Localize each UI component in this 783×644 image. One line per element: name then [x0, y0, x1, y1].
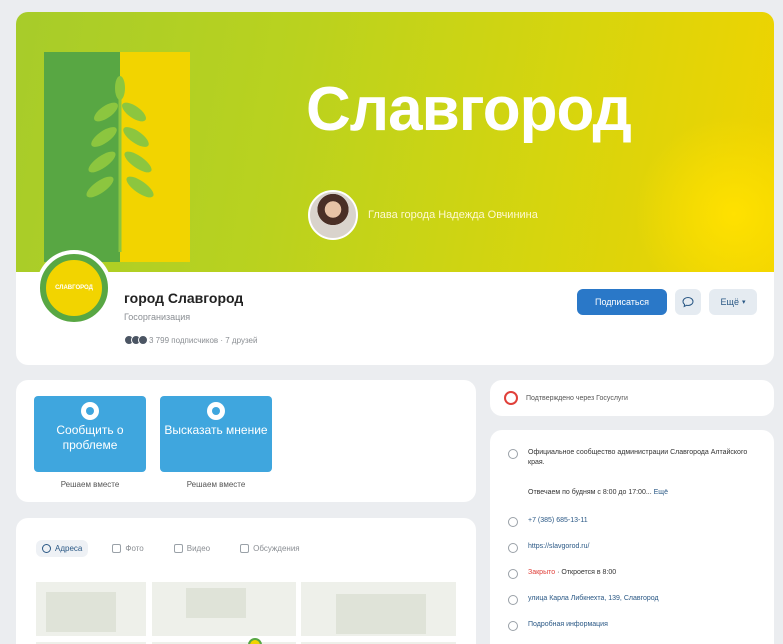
head-photo[interactable] — [308, 190, 358, 240]
more-label: Ещё — [720, 297, 739, 307]
photo-icon — [112, 544, 122, 553]
gosuslugi-icon — [81, 402, 99, 420]
action-caption: Решаем вместе — [186, 480, 246, 489]
reply-time-value: Отвечаем по будням с 8:00 до 17:00... — [528, 489, 652, 496]
tab-discussions[interactable]: Обсуждения — [234, 540, 306, 557]
info-phone[interactable]: +7 (385) 685-13-11 — [508, 516, 588, 527]
friends-avatars — [124, 335, 148, 345]
wheat-emblem — [44, 52, 190, 262]
avatar-text: СЛАВГОРОД — [55, 285, 93, 291]
address-map[interactable] — [36, 582, 456, 644]
avatar[interactable]: СЛАВГОРОД — [36, 250, 112, 326]
action-label: Высказать мнение — [164, 423, 268, 437]
wheat-icon — [86, 76, 154, 252]
verified-text: Подтверждено через Госуслуги — [526, 394, 628, 402]
tab-addresses[interactable]: Адреса — [36, 540, 89, 557]
message-button[interactable] — [675, 289, 701, 315]
clock-icon — [508, 569, 518, 579]
community-name: город Славгород — [124, 290, 244, 306]
closed-status: Закрыто — [528, 569, 556, 576]
phone-icon — [508, 517, 518, 527]
gosuslugi-verified-icon — [504, 391, 518, 405]
info-circle-icon — [508, 621, 518, 631]
report-problem-button[interactable]: Сообщить о проблеме — [34, 396, 146, 472]
subscribe-button[interactable]: Подписаться — [577, 289, 667, 315]
tab-label: Фото — [125, 544, 144, 553]
more-button[interactable]: Ещё ▾ — [709, 289, 757, 315]
info-address[interactable]: улица Карла Либкнехта, 139, Славгород — [508, 594, 659, 605]
verified-card[interactable]: Подтверждено через Госуслуги — [490, 380, 774, 416]
banner-title: Славгород — [306, 75, 632, 144]
tab-label: Адреса — [55, 544, 83, 553]
gosuslugi-icon — [207, 402, 225, 420]
content-tabs: Адреса Фото Видео Обсуждения — [36, 540, 306, 557]
chat-icon — [240, 544, 250, 553]
video-icon — [173, 544, 183, 553]
actions-card: Сообщить о проблеме Решаем вместе Высказ… — [16, 380, 476, 502]
info-description: Официальное сообщество администрации Сла… — [508, 448, 748, 468]
info-website[interactable]: https://slavgorod.ru/ — [508, 542, 589, 553]
action-caption: Решаем вместе — [60, 480, 120, 489]
info-hours[interactable]: Закрыто · Откроется в 8:00 — [508, 568, 616, 579]
banner-glow — [634, 114, 774, 274]
chevron-down-icon: ▾ — [741, 299, 746, 306]
globe-icon — [508, 543, 518, 553]
action-label: Сообщить о проблеме — [56, 423, 124, 452]
profile-header: СЛАВГОРОД город Славгород Госорганизация… — [16, 250, 774, 365]
map-pin-icon — [508, 595, 518, 605]
community-category: Госорганизация — [124, 312, 191, 322]
tab-label: Обсуждения — [253, 544, 300, 553]
head-caption: Глава города Надежда Овчинина — [368, 209, 538, 221]
website-link[interactable]: https://slavgorod.ru/ — [528, 542, 589, 552]
share-opinion-button[interactable]: Высказать мнение — [160, 396, 272, 472]
stats-text: 3 799 подписчиков · 7 друзей — [149, 335, 258, 345]
city-head[interactable]: Глава города Надежда Овчинина — [308, 190, 538, 240]
community-stats[interactable]: 3 799 подписчиков · 7 друзей — [124, 335, 257, 345]
info-details[interactable]: Подробная информация — [508, 620, 608, 631]
info-reply-time: Отвечаем по будням с 8:00 до 17:00... Ещ… — [528, 488, 668, 498]
opens-status: · Откроется в 8:00 — [557, 569, 617, 576]
details-link[interactable]: Подробная информация — [528, 620, 608, 630]
cover-banner: Славгород Глава города Надежда Овчинина — [16, 12, 774, 274]
tab-videos[interactable]: Видео — [168, 540, 216, 557]
tab-photos[interactable]: Фото — [106, 540, 149, 557]
tab-label: Видео — [186, 544, 211, 553]
description-text: Официальное сообщество администрации Сла… — [528, 449, 748, 466]
map-pin-icon — [42, 544, 51, 553]
reply-more-link[interactable]: Ещё — [654, 489, 668, 496]
reply-time-text: Отвечаем по будням с 8:00 до 17:00... Ещ… — [528, 488, 668, 498]
info-card: Официальное сообщество администрации Сла… — [490, 430, 774, 644]
info-icon — [508, 449, 518, 459]
address-link[interactable]: улица Карла Либкнехта, 139, Славгород — [528, 594, 659, 604]
chat-bubble-icon — [682, 296, 694, 308]
phone-text[interactable]: +7 (385) 685-13-11 — [528, 516, 588, 526]
addresses-card: Адреса Фото Видео Обсуждения — [16, 518, 476, 644]
hours-text: Закрыто · Откроется в 8:00 — [528, 568, 616, 578]
